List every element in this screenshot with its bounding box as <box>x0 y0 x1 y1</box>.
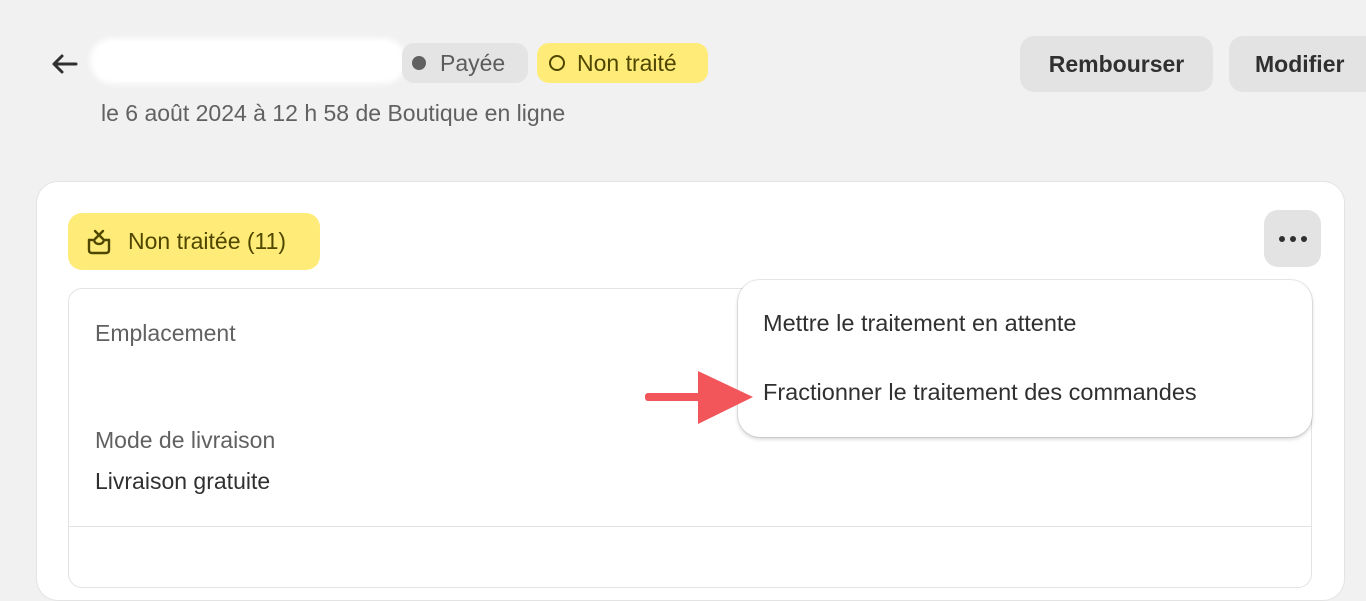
more-actions-menu <box>738 280 1312 437</box>
payment-status-badge: Payée <box>402 43 528 83</box>
refund-button[interactable]: Rembourser <box>1020 36 1213 92</box>
edit-button[interactable]: Modifier <box>1229 36 1366 92</box>
back-arrow-icon <box>52 54 78 74</box>
fulfillment-status-badge: Non traité <box>537 43 708 83</box>
order-subtitle: le 6 août 2024 à 12 h 58 de Boutique en … <box>101 100 566 126</box>
menu-item-split-fulfillment[interactable]: Fractionner le traitement des commandes <box>763 379 1197 406</box>
red-pointer-arrow <box>645 371 753 424</box>
payment-status-label: Payée <box>440 49 506 76</box>
fulfillment-status-label: Non traité <box>577 49 677 76</box>
shipping-method-value: Livraison gratuite <box>95 468 271 494</box>
unfulfilled-box-icon <box>84 227 114 257</box>
order-name-redacted <box>90 38 406 84</box>
circle-icon <box>549 55 565 71</box>
more-actions-button[interactable] <box>1264 210 1321 267</box>
fulfillment-card-status-label: Non traitée (11) <box>128 228 287 254</box>
more-horizontal-icon <box>1278 235 1307 242</box>
shipping-method-label: Mode de livraison <box>95 427 276 453</box>
dot-icon <box>412 56 426 70</box>
back-button[interactable] <box>44 44 84 84</box>
menu-item-hold-fulfillment[interactable]: Mettre le traitement en attente <box>763 310 1077 337</box>
divider <box>69 526 1311 527</box>
fulfillment-card-status-badge: Non traitée (11) <box>68 213 320 270</box>
location-label: Emplacement <box>95 320 236 346</box>
